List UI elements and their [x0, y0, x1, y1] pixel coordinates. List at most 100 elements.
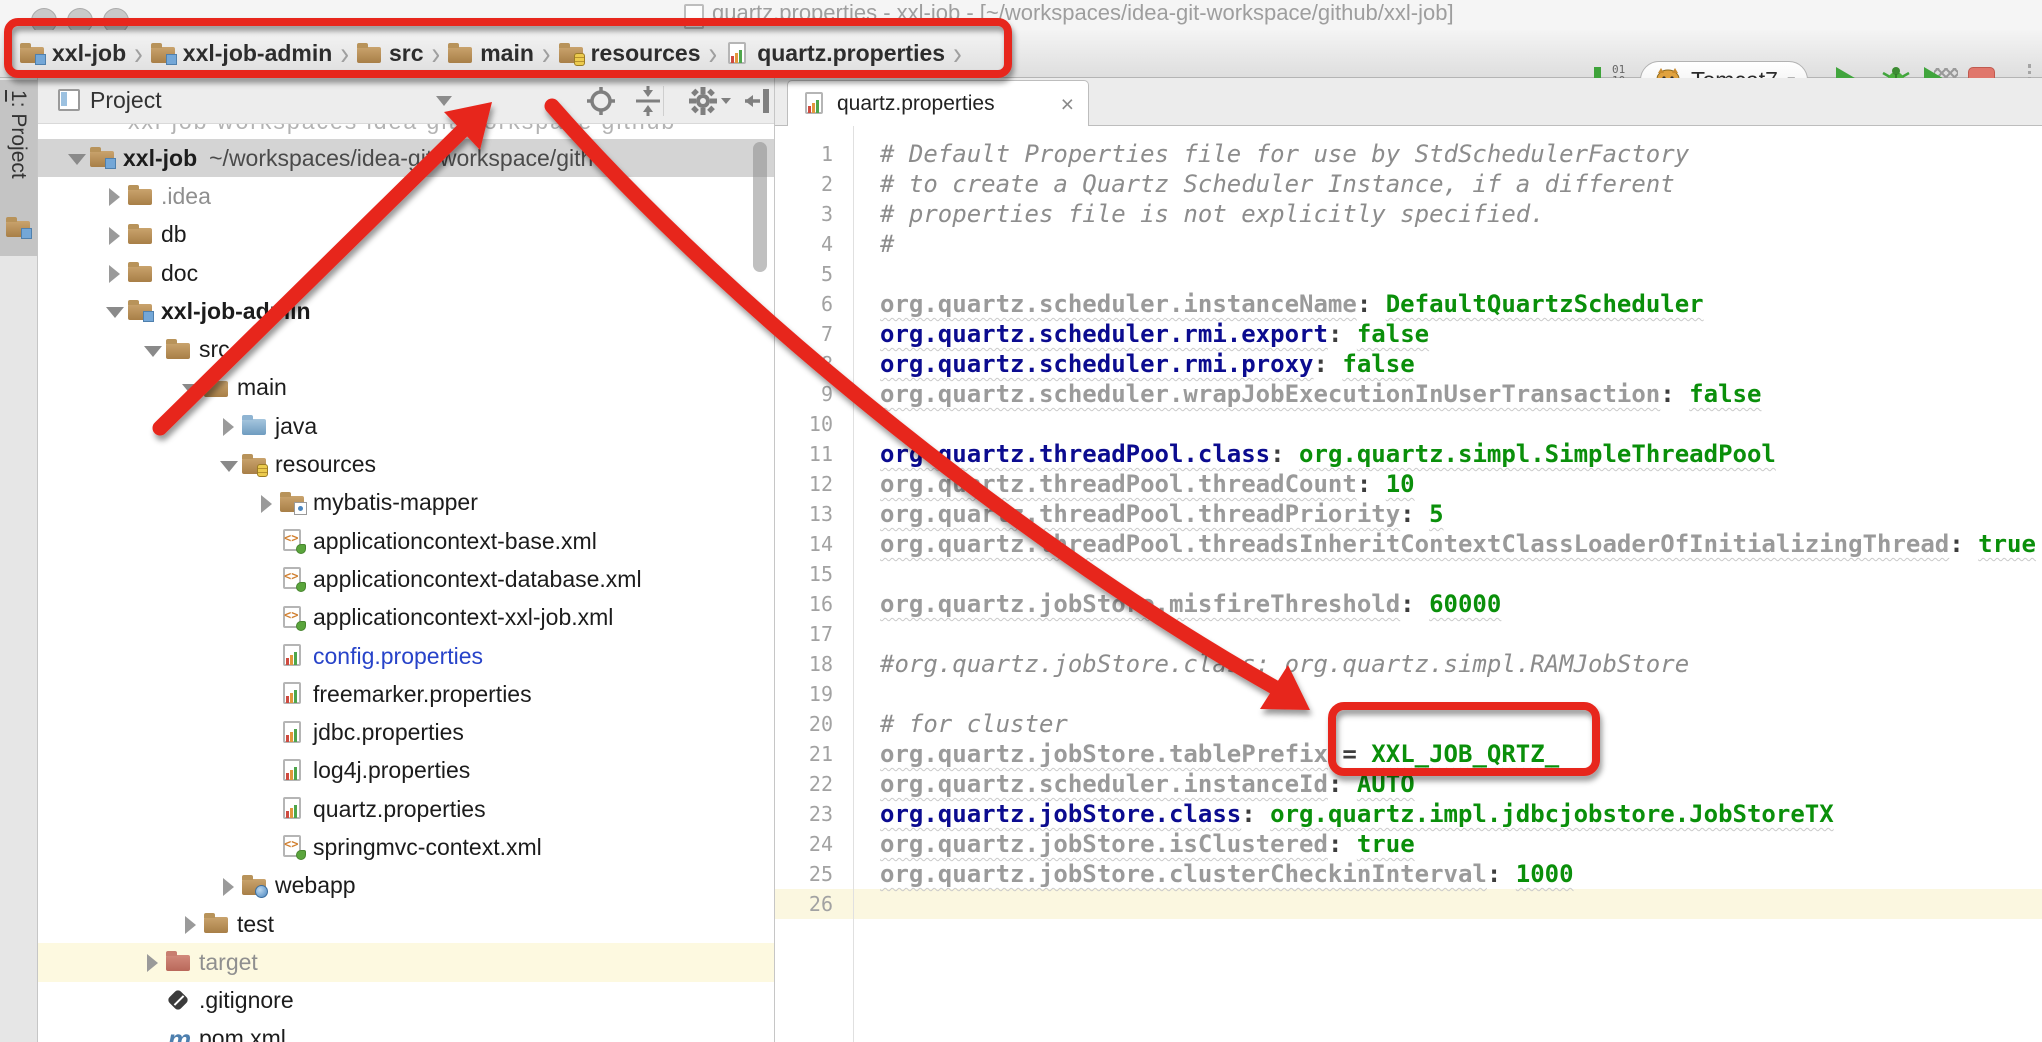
code-line-11[interactable]: org.quartz.threadPool.class: org.quartz.… [880, 439, 2036, 469]
tree-row-idea[interactable]: .idea [38, 177, 774, 215]
tree-row-target[interactable]: target [38, 943, 774, 981]
line-number[interactable]: 2 [775, 169, 833, 199]
tab-quartz-properties[interactable]: quartz.properties × [787, 80, 1089, 126]
breadcrumb-item-resources[interactable]: resources [559, 40, 701, 67]
code-line-9[interactable]: org.quartz.scheduler.wrapJobExecutionInU… [880, 379, 2036, 409]
breadcrumb-item-xxl-job-admin[interactable]: xxl-job-admin [151, 40, 333, 67]
locate-file-icon[interactable] [585, 85, 617, 117]
chevron-collapsed-icon[interactable] [104, 263, 128, 283]
tree-row-xxl-job-admin[interactable]: xxl-job-admin [38, 292, 774, 330]
code-line-19[interactable] [880, 679, 2036, 709]
breadcrumb-item-main[interactable]: main [448, 40, 534, 67]
code-line-26[interactable] [880, 889, 2036, 919]
tab-close-icon[interactable]: × [1061, 94, 1074, 114]
line-number[interactable]: 21 [775, 739, 833, 769]
line-number[interactable]: 17 [775, 619, 833, 649]
chevron-collapsed-icon[interactable] [180, 914, 204, 934]
editor-gutter[interactable]: 1234567891011121314151617181920212223242… [775, 139, 833, 919]
chevron-expanded-icon[interactable] [104, 301, 128, 321]
chevron-collapsed-icon[interactable] [256, 493, 280, 513]
tree-row-applicationcontext-base-xml[interactable]: <>applicationcontext-base.xml [38, 522, 774, 560]
tree-row-main[interactable]: main [38, 369, 774, 407]
line-number[interactable]: 16 [775, 589, 833, 619]
line-number[interactable]: 8 [775, 349, 833, 379]
code-line-2[interactable]: # to create a Quartz Scheduler Instance,… [880, 169, 2036, 199]
line-number[interactable]: 3 [775, 199, 833, 229]
line-number[interactable]: 20 [775, 709, 833, 739]
line-number[interactable]: 5 [775, 259, 833, 289]
collapse-all-icon[interactable] [632, 85, 664, 117]
tree-row-db[interactable]: db [38, 216, 774, 254]
line-number[interactable]: 6 [775, 289, 833, 319]
tree-row-pom-xml[interactable]: mpom.xml [38, 1020, 774, 1042]
code-line-25[interactable]: org.quartz.jobStore.clusterCheckinInterv… [880, 859, 2036, 889]
tree-row-applicationcontext-database-xml[interactable]: <>applicationcontext-database.xml [38, 560, 774, 598]
chevron-collapsed-icon[interactable] [218, 876, 242, 896]
code-line-12[interactable]: org.quartz.threadPool.threadCount: 10 [880, 469, 2036, 499]
code-line-21[interactable]: org.quartz.jobStore.tablePrefix = XXL_JO… [880, 739, 2036, 769]
code-line-18[interactable]: #org.quartz.jobStore.class: org.quartz.s… [880, 649, 2036, 679]
line-number[interactable]: 15 [775, 559, 833, 589]
line-number[interactable]: 22 [775, 769, 833, 799]
line-number[interactable]: 4 [775, 229, 833, 259]
chevron-expanded-icon[interactable] [180, 378, 204, 398]
gear-settings-icon[interactable] [688, 85, 732, 117]
tree-row-java[interactable]: java [38, 407, 774, 445]
line-number[interactable]: 25 [775, 859, 833, 889]
tree-row-doc[interactable]: doc [38, 254, 774, 292]
code-line-4[interactable]: # [880, 229, 2036, 259]
code-line-17[interactable] [880, 619, 2036, 649]
line-number[interactable]: 7 [775, 319, 833, 349]
tree-row-mybatis-mapper[interactable]: mybatis-mapper [38, 484, 774, 522]
breadcrumb-item-src[interactable]: src [357, 40, 424, 67]
tree-row-applicationcontext-xxl-job-xml[interactable]: <>applicationcontext-xxl-job.xml [38, 599, 774, 637]
tree-row-log4j-properties[interactable]: log4j.properties [38, 752, 774, 790]
code-line-1[interactable]: # Default Properties file for use by Std… [880, 139, 2036, 169]
project-tool-button[interactable]: 1: Project [0, 80, 37, 256]
code-line-13[interactable]: org.quartz.threadPool.threadPriority: 5 [880, 499, 2036, 529]
line-number[interactable]: 1 [775, 139, 833, 169]
line-number[interactable]: 23 [775, 799, 833, 829]
code-line-23[interactable]: org.quartz.jobStore.class: org.quartz.im… [880, 799, 2036, 829]
code-area[interactable]: # Default Properties file for use by Std… [880, 139, 2036, 919]
tree-row-test[interactable]: test [38, 905, 774, 943]
tree-row-xxl-job[interactable]: xxl-job~/workspaces/idea-git-workspace/g… [38, 139, 774, 177]
tree-row-freemarker-properties[interactable]: freemarker.properties [38, 675, 774, 713]
line-number[interactable]: 19 [775, 679, 833, 709]
tree-row-springmvc-context-xml[interactable]: <>springmvc-context.xml [38, 828, 774, 866]
chevron-collapsed-icon[interactable] [142, 952, 166, 972]
code-line-5[interactable] [880, 259, 2036, 289]
line-number[interactable]: 13 [775, 499, 833, 529]
view-dropdown-icon[interactable] [436, 96, 452, 106]
chevron-collapsed-icon[interactable] [104, 225, 128, 245]
chevron-expanded-icon[interactable] [142, 340, 166, 360]
line-number[interactable]: 14 [775, 529, 833, 559]
tree-row-gitignore[interactable]: .gitignore [38, 982, 774, 1020]
code-line-22[interactable]: org.quartz.scheduler.instanceId: AUTO [880, 769, 2036, 799]
tree-row-webapp[interactable]: webapp [38, 867, 774, 905]
tree-scrollbar[interactable] [753, 142, 767, 272]
line-number[interactable]: 10 [775, 409, 833, 439]
tree-row-src[interactable]: src [38, 330, 774, 368]
hide-panel-icon[interactable] [742, 85, 774, 117]
line-number[interactable]: 26 [775, 889, 833, 919]
editor-body[interactable]: 1234567891011121314151617181920212223242… [775, 126, 2042, 1042]
chevron-expanded-icon[interactable] [66, 148, 90, 168]
breadcrumb-item-xxl-job[interactable]: xxl-job [20, 40, 126, 67]
chevron-collapsed-icon[interactable] [218, 416, 242, 436]
code-line-14[interactable]: org.quartz.threadPool.threadsInheritCont… [880, 529, 2036, 559]
code-line-3[interactable]: # properties file is not explicitly spec… [880, 199, 2036, 229]
tree-row-config-properties[interactable]: config.properties [38, 637, 774, 675]
line-number[interactable]: 12 [775, 469, 833, 499]
chevron-collapsed-icon[interactable] [104, 186, 128, 206]
tree-row-resources[interactable]: resources [38, 445, 774, 483]
code-line-20[interactable]: # for cluster [880, 709, 2036, 739]
code-line-24[interactable]: org.quartz.jobStore.isClustered: true [880, 829, 2036, 859]
code-line-7[interactable]: org.quartz.scheduler.rmi.export: false [880, 319, 2036, 349]
tree-row-quartz-properties[interactable]: quartz.properties [38, 790, 774, 828]
code-line-10[interactable] [880, 409, 2036, 439]
breadcrumb-item-quartz-properties[interactable]: quartz.properties [725, 40, 945, 67]
line-number[interactable]: 18 [775, 649, 833, 679]
code-line-16[interactable]: org.quartz.jobStore.misfireThreshold: 60… [880, 589, 2036, 619]
line-number[interactable]: 24 [775, 829, 833, 859]
